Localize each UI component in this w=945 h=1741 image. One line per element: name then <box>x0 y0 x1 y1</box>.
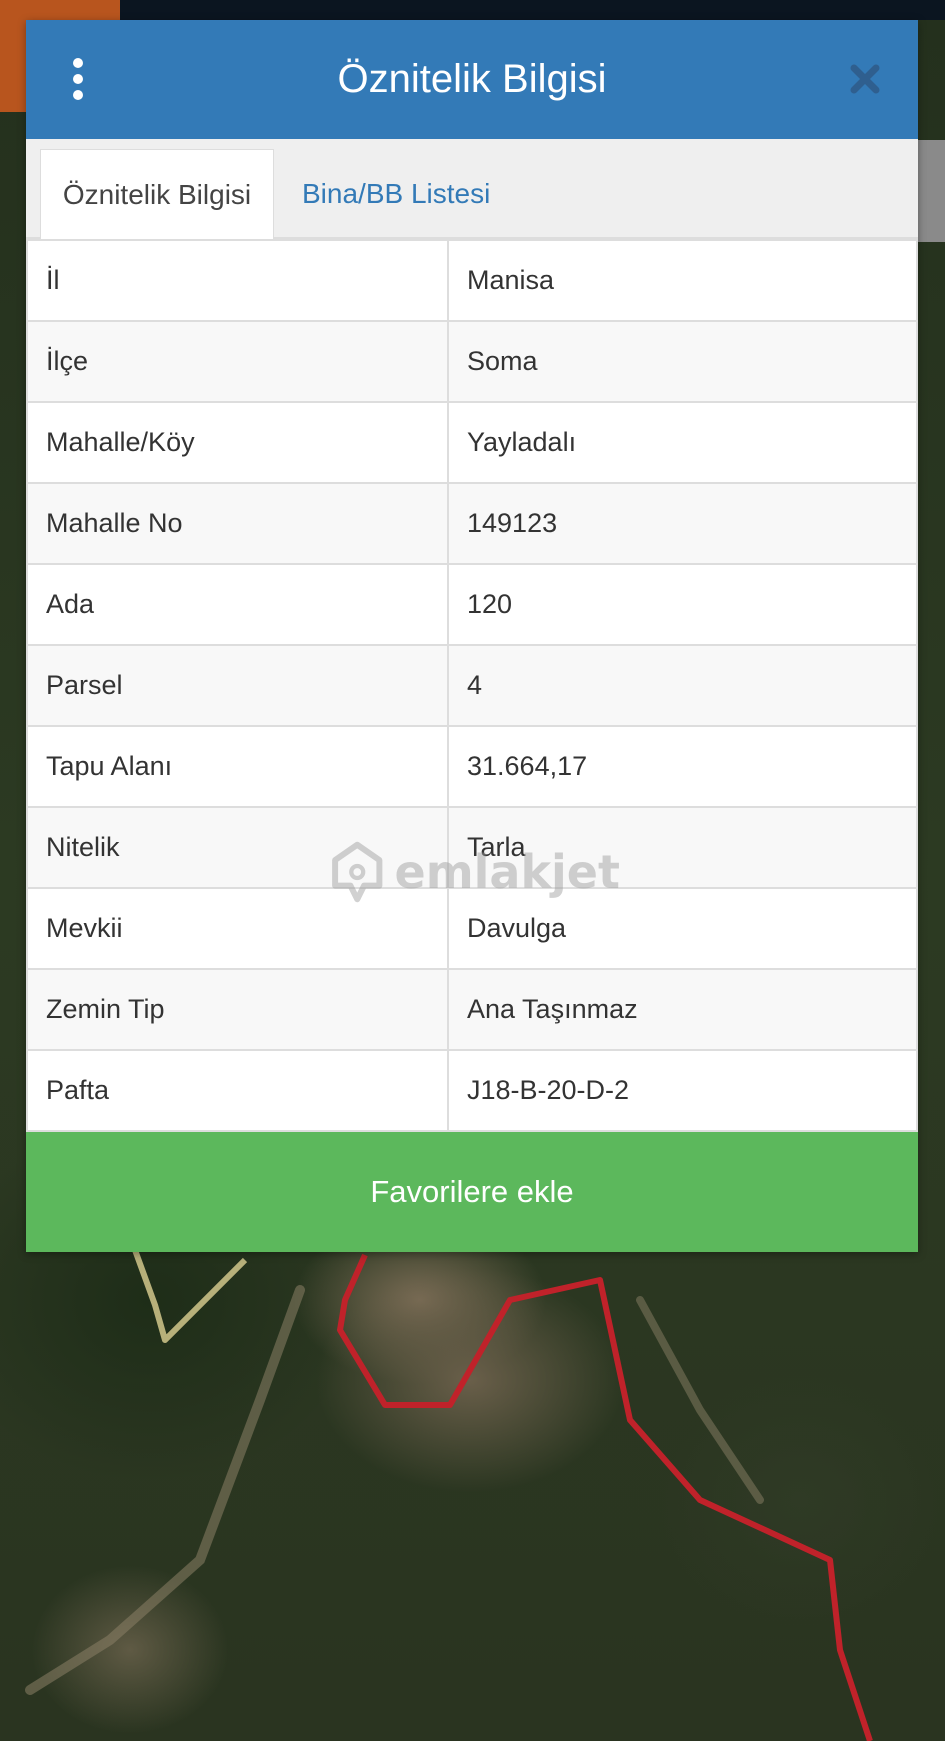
add-to-favorites-button[interactable]: Favorilere ekle <box>26 1132 918 1252</box>
map-path <box>25 1285 305 1695</box>
attribute-table: İl Manisa İlçe Soma Mahalle/Köy Yayladal… <box>26 239 918 1132</box>
attribute-key: Tapu Alanı <box>26 725 449 808</box>
attribute-value: 120 <box>447 563 918 646</box>
attribute-key: Mahalle No <box>26 482 449 565</box>
dialog-header: Öznitelik Bilgisi <box>26 20 918 139</box>
table-row: İl Manisa <box>26 239 918 322</box>
attribute-value: Ana Taşınmaz <box>447 968 918 1051</box>
attribute-key: Zemin Tip <box>26 968 449 1051</box>
kebab-menu-icon[interactable] <box>70 58 86 100</box>
attribute-key: Mahalle/Köy <box>26 401 449 484</box>
attribute-key: Pafta <box>26 1049 449 1132</box>
table-row: Zemin Tip Ana Taşınmaz <box>26 968 918 1051</box>
attribute-value: J18-B-20-D-2 <box>447 1049 918 1132</box>
attribute-value: Davulga <box>447 887 918 970</box>
attribute-key: Mevkii <box>26 887 449 970</box>
table-row: Tapu Alanı 31.664,17 <box>26 725 918 808</box>
attribute-key: İl <box>26 239 449 322</box>
attribute-key: Nitelik <box>26 806 449 889</box>
attribute-value: 149123 <box>447 482 918 565</box>
table-row: Mahalle/Köy Yayladalı <box>26 401 918 484</box>
attribute-value: 31.664,17 <box>447 725 918 808</box>
table-row: Pafta J18-B-20-D-2 <box>26 1049 918 1132</box>
attribute-value: Tarla <box>447 806 918 889</box>
map-path <box>636 1296 764 1504</box>
dialog-title: Öznitelik Bilgisi <box>337 57 607 101</box>
tab-attribute-info[interactable]: Öznitelik Bilgisi <box>40 149 274 239</box>
table-row: Mahalle No 149123 <box>26 482 918 565</box>
attribute-key: İlçe <box>26 320 449 403</box>
neighbor-parcel-boundary <box>132 1248 248 1343</box>
attribute-key: Parsel <box>26 644 449 727</box>
table-row: Mevkii Davulga <box>26 887 918 970</box>
attribute-value: Yayladalı <box>447 401 918 484</box>
attribute-value: 4 <box>447 644 918 727</box>
table-row: Ada 120 <box>26 563 918 646</box>
tab-bar: Öznitelik Bilgisi Bina/BB Listesi <box>26 139 918 239</box>
close-icon[interactable] <box>842 56 888 102</box>
attribute-key: Ada <box>26 563 449 646</box>
table-row: Nitelik Tarla <box>26 806 918 889</box>
tab-building-list[interactable]: Bina/BB Listesi <box>302 149 490 239</box>
parcel-boundary <box>337 1253 873 1741</box>
table-row: Parsel 4 <box>26 644 918 727</box>
attribute-value: Manisa <box>447 239 918 322</box>
attribute-info-dialog: Öznitelik Bilgisi Öznitelik Bilgisi Bina… <box>26 20 918 1252</box>
table-row: İlçe Soma <box>26 320 918 403</box>
attribute-value: Soma <box>447 320 918 403</box>
